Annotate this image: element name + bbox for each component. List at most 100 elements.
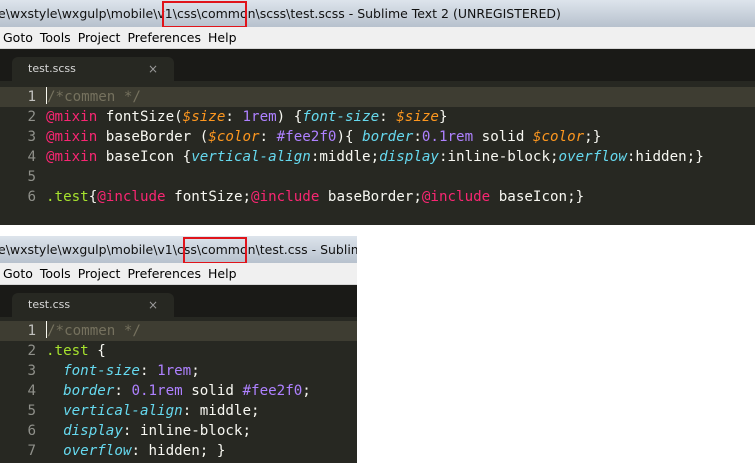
menu-tools[interactable]: Tools [37, 263, 75, 284]
tab-label: test.css [28, 298, 71, 311]
code-token: vertical-align [63, 403, 183, 419]
menu-goto[interactable]: Goto [0, 263, 37, 284]
code-line: 3 @mixin baseBorder ($color: #fee2f0){ bo… [0, 127, 755, 147]
code-text: border: 0.1rem solid #fee2f0; [46, 381, 311, 401]
code-token: $size [396, 109, 439, 125]
code-text: .test{@include fontSize;@include baseBor… [46, 187, 584, 207]
code-token: :hidden;} [626, 149, 704, 165]
code-token: $color [532, 129, 585, 145]
code-token: baseBorder ( [97, 129, 209, 145]
code-text: @mixin baseBorder ($color: #fee2f0){ bor… [46, 127, 601, 147]
code-line: 3 font-size: 1rem; [0, 361, 357, 381]
code-text: @mixin baseIcon {vertical-align:middle;d… [46, 147, 704, 167]
code-token: : hidden; } [131, 443, 226, 459]
code-token: ;} [584, 129, 602, 145]
code-token: :middle; [310, 149, 380, 165]
line-number: 1 [27, 323, 36, 339]
menu-bar: Goto Tools Project Preferences Help [0, 27, 755, 49]
close-icon[interactable]: × [148, 57, 158, 81]
menu-bar: Goto Tools Project Preferences Help [0, 263, 357, 285]
code-token: ; [191, 363, 200, 379]
menu-help[interactable]: Help [205, 263, 241, 284]
code-token: fontSize; [165, 189, 252, 205]
code-text: /*commen */ [46, 87, 141, 107]
code-token: ) { [276, 109, 303, 125]
menu-tools[interactable]: Tools [37, 27, 75, 48]
line-number: 5 [27, 403, 36, 419]
sublime-window-scss: e\wxstyle\wxgulp\mobile\v1\css\common\sc… [0, 0, 755, 225]
code-token: @include [421, 189, 491, 205]
code-text: .test { [46, 341, 106, 361]
menu-project[interactable]: Project [75, 27, 125, 48]
menu-project[interactable]: Project [75, 263, 125, 284]
window-title: e\wxstyle\wxgulp\mobile\v1\css\common\te… [0, 242, 357, 257]
title-bar: e\wxstyle\wxgulp\mobile\v1\css\common\te… [0, 236, 357, 263]
line-number: 4 [27, 149, 36, 165]
line-number: 3 [27, 129, 36, 145]
code-line: 5 [0, 167, 755, 187]
menu-help[interactable]: Help [205, 27, 241, 48]
line-number: 5 [27, 169, 36, 185]
code-token: solid [182, 383, 243, 399]
menu-preferences[interactable]: Preferences [124, 263, 205, 284]
code-token: $size [182, 109, 226, 125]
code-editor[interactable]: 1 /*commen */ 2 @mixin fontSize($size: 1rem… [0, 81, 755, 207]
highlight-box [183, 237, 247, 263]
title-bar: e\wxstyle\wxgulp\mobile\v1\css\common\sc… [0, 0, 755, 27]
code-token: { [88, 189, 98, 205]
code-token: vertical-align [191, 149, 311, 165]
code-line: 1 /*commen */ [0, 87, 755, 107]
code-token: baseBorder; [319, 189, 422, 205]
code-token: font-size [302, 109, 380, 125]
line-number: 1 [27, 89, 36, 105]
tab-strip: test.css × [0, 285, 357, 317]
code-line: 4 @mixin baseIcon {vertical-align:middle;… [0, 147, 755, 167]
code-token: /*commen */ [47, 89, 141, 105]
code-token: .test [46, 343, 89, 359]
code-line: 4 border: 0.1rem solid #fee2f0; [0, 381, 357, 401]
menu-preferences[interactable]: Preferences [124, 27, 205, 48]
tab-test-css[interactable]: test.css × [12, 293, 174, 317]
tab-test-scss[interactable]: test.scss × [12, 57, 174, 81]
code-token: solid [473, 129, 533, 145]
code-token: font-size [63, 363, 140, 379]
code-token: : [225, 109, 243, 125]
code-line: 1 /*commen */ [0, 321, 357, 341]
close-icon[interactable]: × [148, 293, 158, 317]
code-token: : [114, 383, 132, 399]
code-line: 7 overflow: hidden; } [0, 441, 357, 461]
code-token: baseIcon { [97, 149, 192, 165]
code-token: : inline-block; [122, 423, 252, 439]
tab-strip: test.scss × [0, 49, 755, 81]
code-line: 6 .test{@include fontSize;@include baseBo… [0, 187, 755, 207]
tab-label: test.scss [28, 62, 76, 75]
code-text: vertical-align: middle; [46, 401, 259, 421]
code-text: display: inline-block; [46, 421, 251, 441]
code-token: ; [302, 383, 311, 399]
code-editor[interactable]: 1/*commen */2 .test {3 font-size: 1rem; 4 … [0, 317, 357, 461]
code-text: overflow: hidden; } [46, 441, 225, 461]
menu-goto[interactable]: Goto [0, 27, 37, 48]
code-token: display [379, 149, 439, 165]
code-text: font-size: 1rem; [46, 361, 200, 381]
code-token: :inline-block; [438, 149, 559, 165]
sublime-window-css: e\wxstyle\wxgulp\mobile\v1\css\common\te… [0, 236, 357, 463]
code-token: .test [46, 189, 89, 205]
code-token: 1rem [157, 363, 192, 379]
line-number: 2 [27, 343, 36, 359]
code-token: fontSize( [97, 109, 183, 125]
code-token: } [438, 109, 448, 125]
code-token: overflow [63, 443, 132, 459]
code-line: 2 @mixin fontSize($size: 1rem) {font-size… [0, 107, 755, 127]
line-number: 3 [27, 363, 36, 379]
code-token: #fee2f0 [276, 129, 337, 145]
code-token: { [88, 343, 106, 359]
code-line: 5 vertical-align: middle; [0, 401, 357, 421]
code-token: @include [251, 189, 320, 205]
code-token: display [63, 423, 123, 439]
